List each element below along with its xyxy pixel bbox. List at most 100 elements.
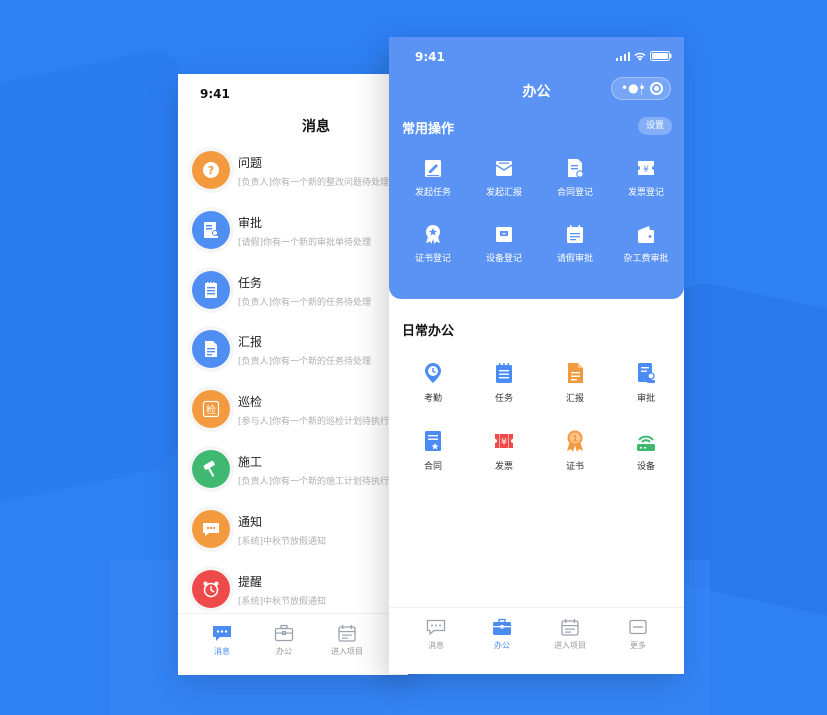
grid-item-label: 审批 xyxy=(636,394,655,404)
edit-task-icon xyxy=(397,157,469,179)
notice-icon xyxy=(192,509,230,548)
wallet-icon xyxy=(610,223,682,245)
grid-item[interactable]: 证书登记 xyxy=(397,223,469,264)
tab-message[interactable]: 消息 xyxy=(194,624,250,657)
grid-item[interactable]: 合同登记 xyxy=(539,157,611,198)
message-item[interactable]: 施工 [负责人]你有一个新的施工计划待执行 xyxy=(178,446,408,506)
medal-icon: 1 xyxy=(539,429,611,453)
message-item[interactable]: 审批 [请假]你有一个新的审批单待处理 xyxy=(178,207,408,267)
mini-program-capsule[interactable]: •●• xyxy=(611,77,671,100)
briefcase-icon xyxy=(256,624,312,642)
grid-item[interactable]: 请假审批 xyxy=(539,223,611,264)
grid-item-label: 请假审批 xyxy=(556,254,593,264)
message-icon xyxy=(194,624,250,642)
report-doc-icon xyxy=(539,361,611,385)
grid-item[interactable]: 发起汇报 xyxy=(468,157,540,198)
task-icon xyxy=(192,270,230,309)
message-preview: [负责人]你有一个新的任务待处理 xyxy=(238,297,372,308)
calendar-icon xyxy=(319,624,375,642)
grid-item-label: 合同 xyxy=(423,462,442,472)
grid-item[interactable]: ¥ 发票登记 xyxy=(610,157,682,198)
grid-item-label: 发票登记 xyxy=(627,188,664,198)
grid-item[interactable]: 1 证书 xyxy=(539,429,611,472)
section-title-common: 常用操作 xyxy=(402,122,455,137)
svg-text:¥: ¥ xyxy=(501,438,507,448)
svg-text:?: ? xyxy=(208,164,214,177)
tab-message[interactable]: 消息 xyxy=(408,618,464,651)
grid-item[interactable]: 设备登记 xyxy=(468,223,540,264)
message-icon xyxy=(408,618,464,636)
background-shape xyxy=(0,44,180,516)
grid-item[interactable]: 汇报 xyxy=(539,361,611,404)
grid-item-label: 考勤 xyxy=(423,394,442,404)
page-title: 消息 xyxy=(302,119,330,135)
grid-item-label: 设备 xyxy=(636,462,655,472)
section-title-daily: 日常办公 xyxy=(402,324,455,339)
alarm-clock-icon xyxy=(192,569,230,608)
message-preview: [参与人]你有一个新的巡检计划待执行 xyxy=(238,417,390,428)
grid-item-label: 合同登记 xyxy=(556,188,593,198)
grid-item[interactable]: 合同 xyxy=(397,429,469,472)
message-preview: [请假]你有一个新的审批单待处理 xyxy=(238,237,372,248)
report-mail-icon xyxy=(468,157,540,179)
tab-bar: 消息 办公 进入项目 更多 xyxy=(389,607,684,674)
grid-item[interactable]: 发起任务 xyxy=(397,157,469,198)
grid-item[interactable]: 考勤 xyxy=(397,361,469,404)
message-item[interactable]: 检 巡检 [参与人]你有一个新的巡检计划待执行 xyxy=(178,386,408,446)
tab-more[interactable]: 更多 xyxy=(610,618,666,651)
message-item[interactable]: 通知 [系统]中秋节放假通知 xyxy=(178,506,408,566)
grid-item[interactable]: 杂工费审批 xyxy=(610,223,682,264)
signal-icon xyxy=(616,51,630,61)
message-list: ? 问题 [负责人]你有一个新的整改问题待处理 审批 [请假]你有一个新的审批单… xyxy=(178,147,408,625)
construction-icon xyxy=(192,449,230,488)
grid-item[interactable]: 设备 xyxy=(610,429,682,472)
tab-calendar[interactable]: 进入项目 xyxy=(319,624,375,657)
message-title: 汇报 xyxy=(238,335,263,350)
tab-label: 消息 xyxy=(214,647,230,656)
grid-item[interactable]: 任务 xyxy=(468,361,540,404)
grid-item[interactable]: 审批 xyxy=(610,361,682,404)
settings-button[interactable]: 设置 xyxy=(638,117,672,135)
message-title: 巡检 xyxy=(238,395,263,410)
grid-item-label: 发起汇报 xyxy=(485,188,522,198)
device-register-icon xyxy=(468,223,540,245)
message-item[interactable]: 任务 [负责人]你有一个新的任务待处理 xyxy=(178,267,408,327)
tab-bar: 消息 办公 进入项目 xyxy=(178,613,408,675)
message-item[interactable]: ? 问题 [负责人]你有一个新的整改问题待处理 xyxy=(178,147,408,207)
tab-label: 办公 xyxy=(276,647,292,656)
leave-approval-icon xyxy=(539,223,611,245)
status-time: 9:41 xyxy=(415,50,445,64)
message-title: 提醒 xyxy=(238,574,263,589)
task-list-icon xyxy=(468,361,540,385)
contract-register-icon xyxy=(539,157,611,179)
message-title: 审批 xyxy=(238,215,263,230)
attendance-pin-icon xyxy=(397,361,469,385)
question-icon: ? xyxy=(192,151,230,189)
svg-text:1: 1 xyxy=(572,435,578,445)
tab-calendar[interactable]: 进入项目 xyxy=(542,618,598,651)
grid-item-label: 证书 xyxy=(565,462,584,472)
router-icon xyxy=(610,429,682,453)
grid-item-label: 设备登记 xyxy=(485,254,522,264)
message-preview: [负责人]你有一个新的整改问题待处理 xyxy=(238,178,390,188)
message-item[interactable]: 汇报 [负责人]你有一个新的任务待处理 xyxy=(178,326,408,386)
grid-item[interactable]: ¥ 发票 xyxy=(468,429,540,472)
report-icon xyxy=(192,330,230,369)
svg-text:¥: ¥ xyxy=(643,165,649,175)
tab-label: 消息 xyxy=(428,641,444,650)
message-preview: [负责人]你有一个新的任务待处理 xyxy=(238,357,372,368)
tab-briefcase[interactable]: 办公 xyxy=(474,618,530,651)
grid-item-label: 发票 xyxy=(494,462,513,472)
close-target-icon[interactable] xyxy=(650,82,663,95)
more-icon xyxy=(610,618,666,636)
capsule-divider xyxy=(641,83,642,95)
svg-text:检: 检 xyxy=(206,404,216,417)
contract-icon xyxy=(397,429,469,453)
tab-briefcase[interactable]: 办公 xyxy=(256,624,312,657)
inspection-icon: 检 xyxy=(192,390,230,429)
status-time: 9:41 xyxy=(200,87,230,101)
certificate-icon xyxy=(397,223,469,245)
message-title: 通知 xyxy=(238,514,263,529)
message-title: 任务 xyxy=(238,275,263,290)
tab-label: 办公 xyxy=(494,641,510,650)
